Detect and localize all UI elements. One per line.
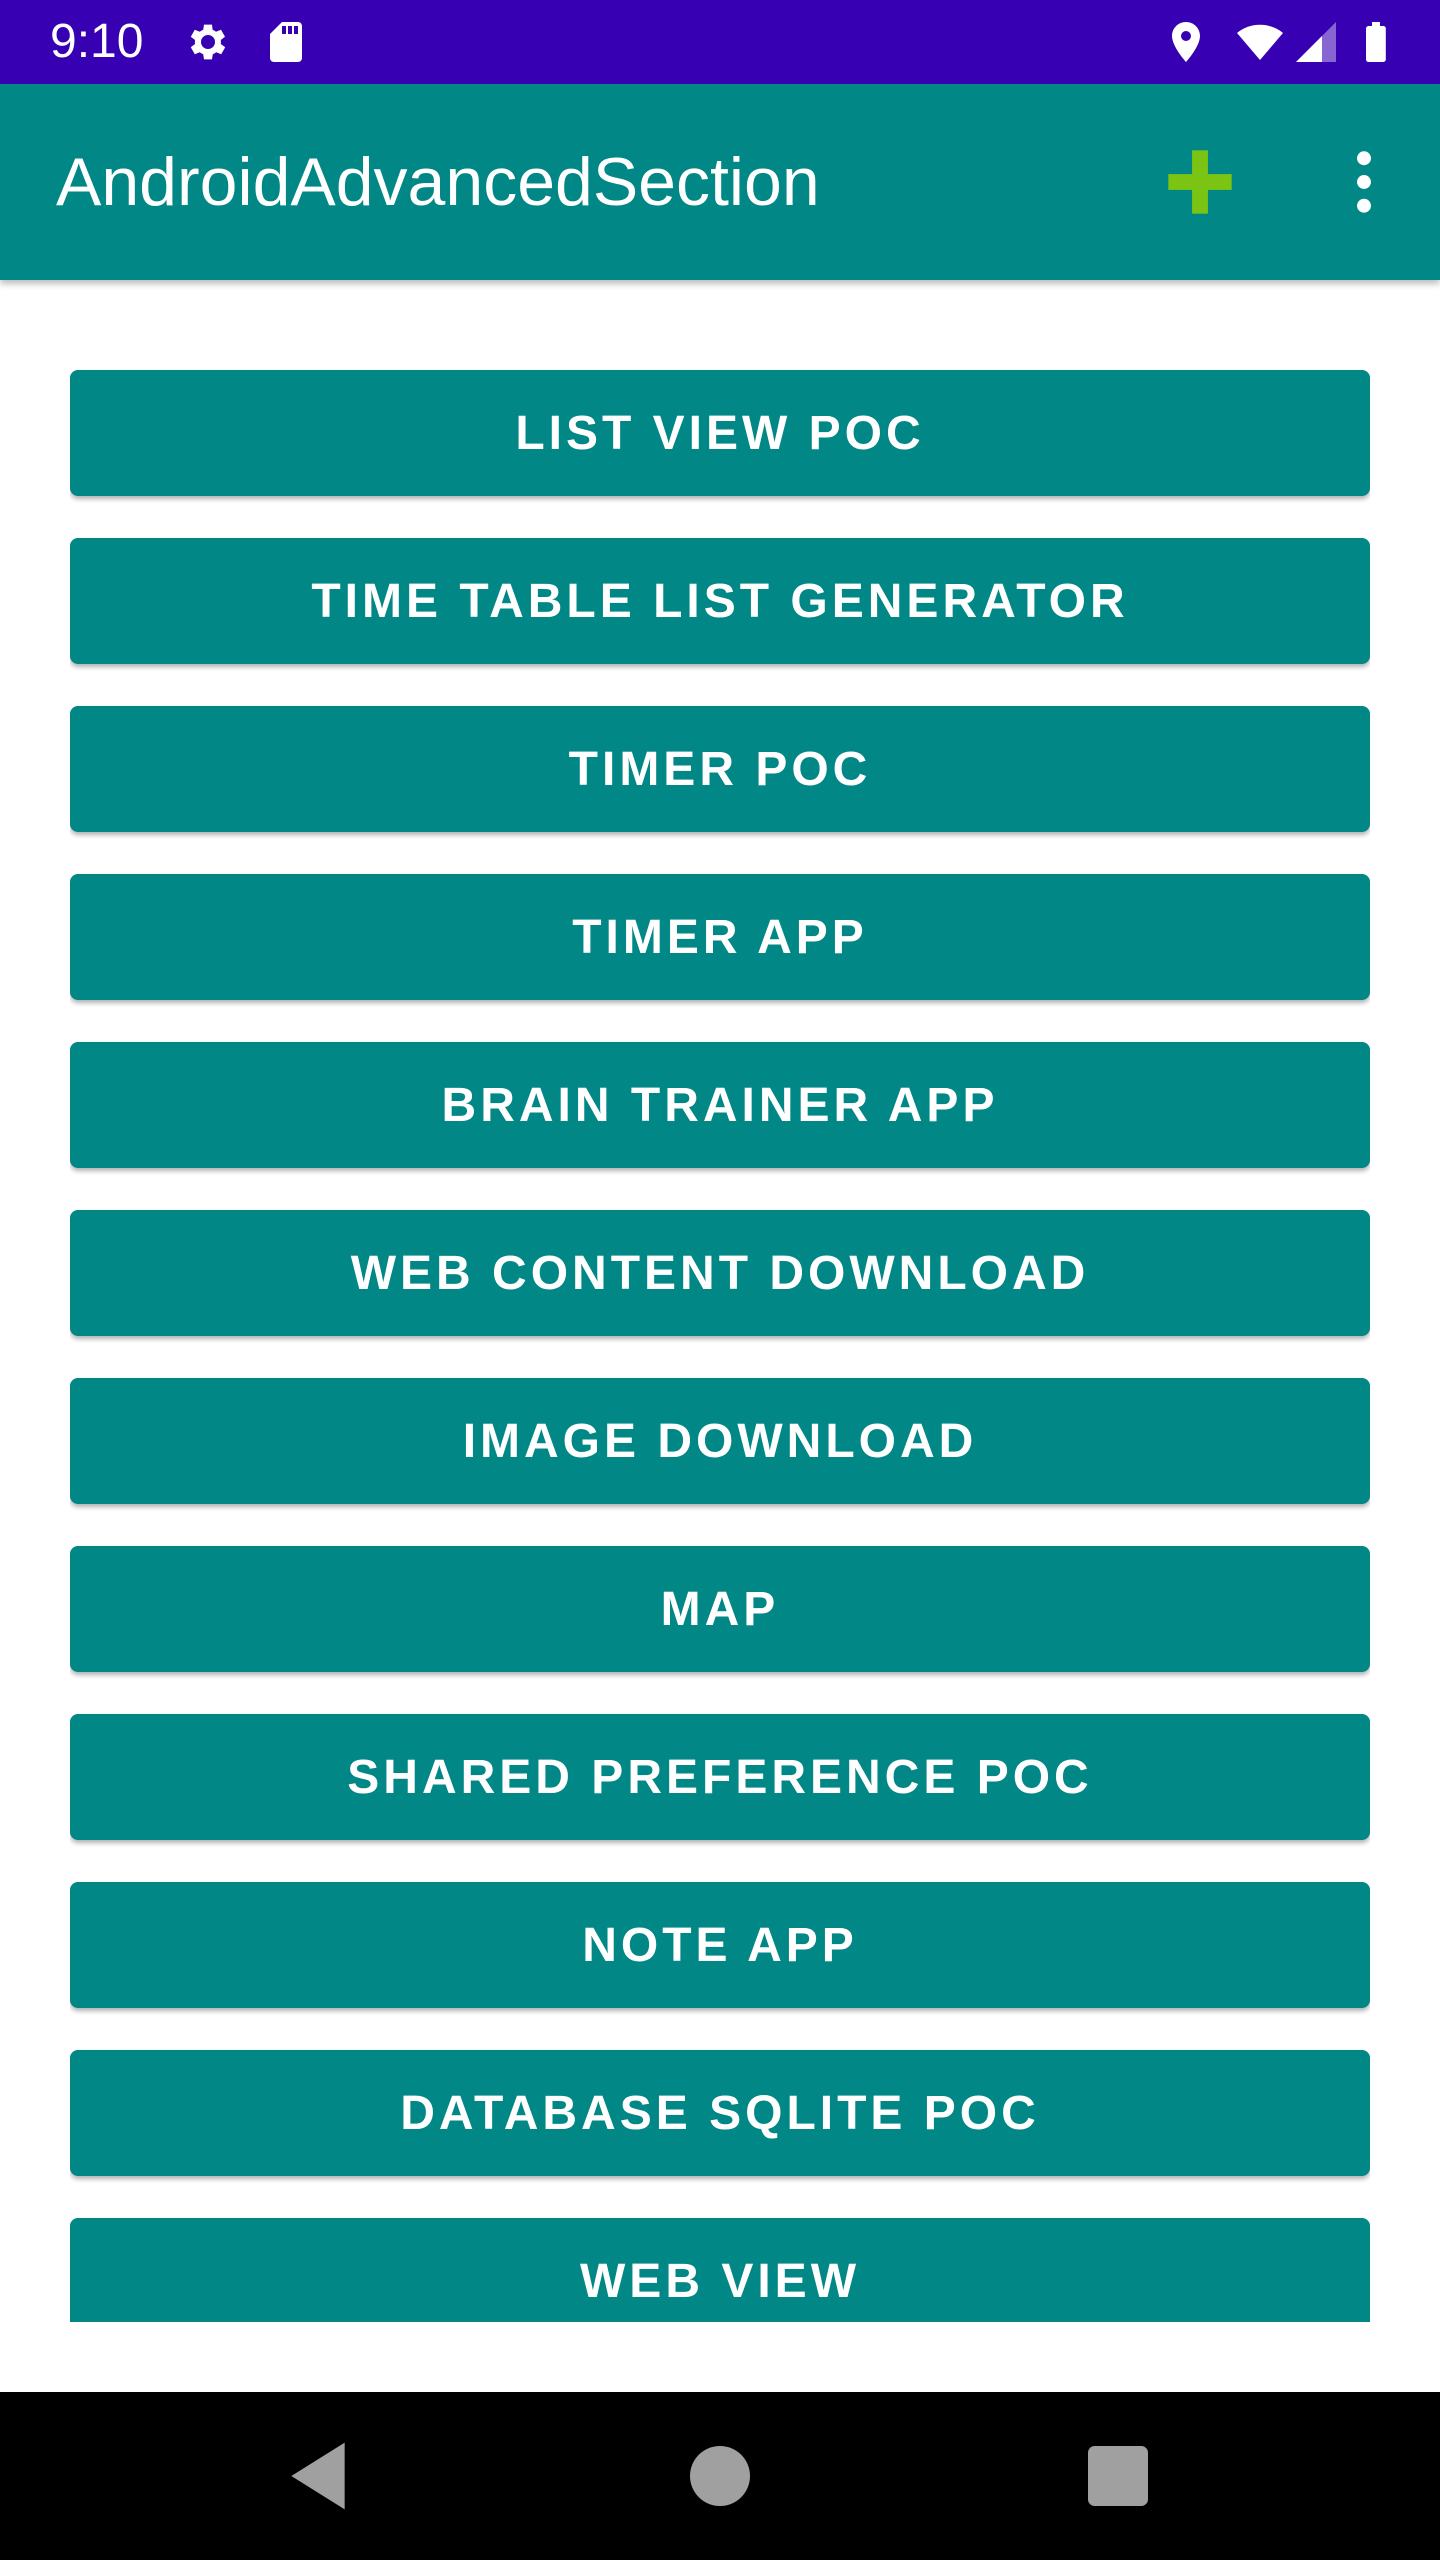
add-icon[interactable] [1162, 144, 1238, 220]
app-bar: AndroidAdvancedSection [0, 84, 1440, 280]
app-title: AndroidAdvancedSection [56, 144, 820, 220]
image-download-button[interactable]: IMAGE DOWNLOAD [70, 1378, 1370, 1504]
list-view-poc-button[interactable]: LIST VIEW POC [70, 370, 1370, 496]
web-content-download-button[interactable]: WEB CONTENT DOWNLOAD [70, 1210, 1370, 1336]
database-sqlite-poc-button[interactable]: DATABASE SQLITE POC [70, 2050, 1370, 2176]
battery-icon [1366, 22, 1386, 62]
timer-poc-button[interactable]: TIMER POC [70, 706, 1370, 832]
sd-card-icon [270, 22, 302, 62]
overflow-menu-icon[interactable] [1326, 144, 1402, 220]
map-button[interactable]: MAP [70, 1546, 1370, 1672]
time-table-list-generator-button[interactable]: TIME TABLE LIST GENERATOR [70, 538, 1370, 664]
note-app-button[interactable]: NOTE APP [70, 1882, 1370, 2008]
button-list[interactable]: LIST VIEW POC TIME TABLE LIST GENERATOR … [70, 370, 1370, 2322]
status-time: 9:10 [50, 15, 144, 68]
location-icon [1172, 22, 1200, 62]
wifi-icon [1237, 24, 1283, 60]
gear-icon [190, 24, 226, 60]
timer-app-button[interactable]: TIMER APP [70, 874, 1370, 1000]
signal-icon [1296, 22, 1336, 62]
web-view-button[interactable]: WEB VIEW [70, 2218, 1370, 2322]
home-icon[interactable] [680, 2436, 760, 2516]
back-icon[interactable] [278, 2436, 358, 2516]
content-area: LIST VIEW POC TIME TABLE LIST GENERATOR … [0, 280, 1440, 2322]
recents-icon[interactable] [1078, 2436, 1158, 2516]
navigation-bar [0, 2392, 1440, 2560]
status-bar: 9:10 [0, 0, 1440, 84]
brain-trainer-app-button[interactable]: BRAIN TRAINER APP [70, 1042, 1370, 1168]
shared-preference-poc-button[interactable]: SHARED PREFERENCE POC [70, 1714, 1370, 1840]
